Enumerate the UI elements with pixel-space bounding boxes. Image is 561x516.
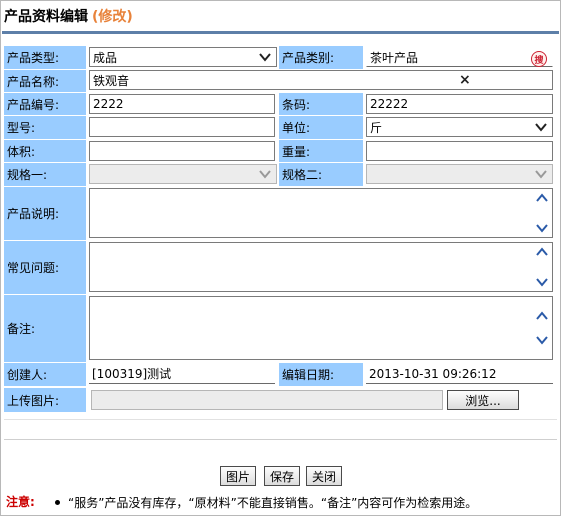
volume-label: 体积:: [4, 140, 86, 162]
chevron-up-icon[interactable]: [535, 311, 549, 321]
creator-value: [100319]测试: [89, 364, 275, 384]
product-name-label: 产品名称:: [4, 70, 86, 92]
unit-value: 斤: [370, 120, 383, 135]
description-label: 产品说明:: [4, 187, 86, 240]
page-title-text: 产品资料编辑: [4, 9, 88, 25]
bullet-icon: [55, 500, 60, 505]
creator-label: 创建人:: [4, 363, 86, 386]
close-button[interactable]: 关闭: [306, 466, 342, 486]
product-code-label: 产品编号:: [4, 93, 86, 115]
product-type-select[interactable]: 成品: [89, 47, 277, 67]
divider: [4, 419, 557, 420]
note-label: 注意:: [6, 495, 35, 509]
chevron-down-icon: [259, 170, 271, 179]
title-divider: [2, 31, 559, 34]
volume-input[interactable]: [89, 141, 275, 161]
spec1-select[interactable]: [89, 164, 277, 184]
remarks-scrollbar[interactable]: [534, 297, 550, 359]
browse-button[interactable]: 浏览...: [447, 390, 519, 410]
barcode-value: 22222: [370, 97, 409, 111]
chevron-down-icon[interactable]: [535, 335, 549, 345]
unit-label: 单位:: [279, 116, 363, 139]
image-button[interactable]: 图片: [220, 466, 256, 486]
description-textarea[interactable]: [89, 188, 553, 238]
product-code-value: 2222: [93, 97, 124, 111]
weight-input[interactable]: [366, 141, 553, 161]
faq-label: 常见问题:: [4, 241, 86, 294]
product-category-label: 产品类别:: [279, 46, 363, 69]
spec1-label: 规格一:: [4, 163, 86, 186]
spec2-select[interactable]: [366, 164, 553, 184]
faq-textarea[interactable]: [89, 242, 553, 292]
product-code-input[interactable]: 2222: [89, 94, 275, 114]
upload-path-input[interactable]: [91, 390, 443, 410]
faq-scrollbar[interactable]: [534, 243, 550, 291]
barcode-input[interactable]: 22222: [366, 94, 553, 114]
product-type-value: 成品: [93, 50, 118, 65]
product-type-label: 产品类型:: [4, 46, 86, 69]
chevron-down-icon: [535, 170, 547, 179]
close-icon[interactable]: ×: [459, 72, 471, 88]
chevron-up-icon[interactable]: [535, 247, 549, 257]
description-scrollbar[interactable]: [534, 189, 550, 237]
note-text: “服务”产品没有库存，“原材料”不能直接销售。“备注”内容可作为检索用途。: [68, 496, 478, 510]
product-category-field[interactable]: 茶叶产品: [366, 47, 553, 67]
remarks-label: 备注:: [4, 295, 86, 362]
divider: [4, 439, 557, 440]
product-name-value: 铁观音: [93, 73, 130, 88]
unit-select[interactable]: 斤: [366, 117, 553, 137]
model-input[interactable]: [89, 117, 275, 137]
model-label: 型号:: [4, 116, 86, 139]
spec2-label: 规格二:: [279, 163, 363, 186]
edit-date-value: 2013-10-31 09:26:12: [366, 364, 553, 384]
save-button[interactable]: 保存: [264, 466, 300, 486]
chevron-down-icon: [535, 123, 547, 132]
search-icon[interactable]: 搜: [531, 51, 547, 67]
chevron-down-icon[interactable]: [535, 277, 549, 287]
product-name-input[interactable]: 铁观音: [89, 70, 553, 90]
weight-label: 重量:: [279, 140, 363, 162]
product-category-value: 茶叶产品: [370, 50, 419, 65]
chevron-up-icon[interactable]: [535, 193, 549, 203]
upload-label: 上传图片:: [4, 388, 86, 412]
chevron-down-icon[interactable]: [535, 223, 549, 233]
page-mode: (修改): [92, 9, 133, 25]
chevron-down-icon: [259, 53, 271, 62]
barcode-label: 条码:: [279, 93, 363, 115]
remarks-textarea[interactable]: [89, 296, 553, 360]
page-title: 产品资料编辑 (修改): [4, 6, 133, 28]
edit-date-label: 编辑日期:: [279, 363, 363, 386]
